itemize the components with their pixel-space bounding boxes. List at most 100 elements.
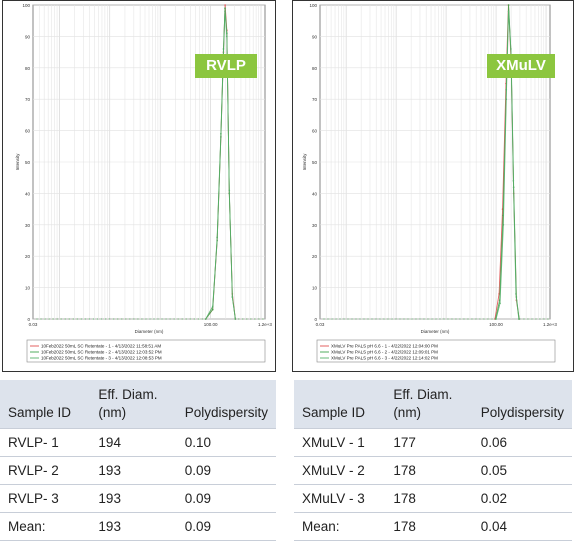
baseline-point bbox=[471, 318, 473, 320]
data-point bbox=[228, 189, 231, 192]
baseline-point bbox=[177, 318, 179, 320]
x-tick-label: 0.03 bbox=[29, 322, 38, 327]
baseline-point bbox=[375, 318, 377, 320]
y-tick-label: 50 bbox=[25, 160, 31, 165]
baseline-point bbox=[415, 318, 417, 320]
legend-entry: 10Feb2022 50mL SC Retentate - 1 - 4/13/2… bbox=[41, 344, 161, 349]
baseline-point bbox=[379, 318, 381, 320]
baseline-point bbox=[539, 318, 541, 320]
header-polydispersity: Polydispersity bbox=[176, 380, 276, 429]
baseline-point bbox=[76, 318, 78, 320]
cell-eff-diam: 178 bbox=[385, 484, 473, 513]
y-tick-label: 60 bbox=[25, 129, 31, 134]
y-tick-label: 20 bbox=[25, 254, 31, 259]
baseline-point bbox=[137, 318, 139, 320]
data-point bbox=[224, 7, 226, 9]
baseline-point bbox=[395, 318, 397, 320]
baseline-point bbox=[419, 318, 421, 320]
cell-polydispersity: 0.06 bbox=[472, 428, 572, 457]
baseline-point bbox=[423, 318, 425, 320]
y-axis-label: Intensity bbox=[15, 153, 20, 171]
table-row: RVLP- 3 193 0.09 bbox=[0, 484, 276, 513]
data-point bbox=[234, 318, 237, 320]
baseline-point bbox=[145, 318, 147, 320]
x-tick-label: 100.00 bbox=[204, 322, 218, 327]
cell-eff-diam: 178 bbox=[385, 456, 473, 485]
data-point bbox=[211, 308, 214, 311]
cell-polydispersity: 0.02 bbox=[472, 484, 572, 513]
data-point bbox=[517, 318, 520, 320]
data-point bbox=[224, 4, 226, 6]
legend-entry: XMuLV Pre PALS pH 6.6 - 1 - 4/22/2022 12… bbox=[331, 344, 438, 349]
baseline-point bbox=[383, 318, 385, 320]
table-row: XMuLV - 3 178 0.02 bbox=[294, 484, 572, 513]
xmulv-badge: XMuLV bbox=[487, 54, 555, 78]
baseline-point bbox=[391, 318, 393, 320]
baseline-point bbox=[161, 318, 163, 320]
baseline-point bbox=[121, 318, 123, 320]
cell-eff-diam: 177 bbox=[385, 428, 473, 457]
baseline-point bbox=[435, 318, 437, 320]
baseline-point bbox=[92, 318, 95, 320]
x-tick-label: 1.2e+3 bbox=[258, 322, 272, 327]
cell-sample-id: XMuLV - 1 bbox=[294, 428, 386, 457]
y-tick-label: 90 bbox=[312, 34, 318, 39]
header-sample-id: Sample ID bbox=[294, 380, 386, 429]
baseline-point bbox=[113, 318, 115, 320]
baseline-point bbox=[411, 318, 413, 320]
baseline-point bbox=[347, 318, 349, 320]
cell-sample-id: RVLP- 3 bbox=[0, 484, 91, 513]
baseline-point bbox=[262, 318, 264, 320]
baseline-point bbox=[335, 318, 337, 320]
baseline-point bbox=[197, 318, 199, 320]
y-tick-label: 40 bbox=[312, 191, 318, 196]
baseline-point bbox=[185, 318, 187, 320]
data-point bbox=[502, 224, 505, 226]
y-tick-label: 30 bbox=[312, 223, 318, 228]
baseline-point bbox=[403, 318, 405, 320]
cell-polydispersity: 0.09 bbox=[176, 484, 276, 513]
table-header-row: Sample ID Eff. Diam. (nm) Polydispersity bbox=[294, 380, 572, 429]
baseline-point bbox=[169, 318, 171, 320]
baseline-point bbox=[52, 318, 54, 320]
baseline-point bbox=[258, 318, 260, 320]
baseline-point bbox=[327, 318, 329, 320]
baseline-point bbox=[48, 318, 50, 320]
cell-sample-id: XMuLV - 3 bbox=[294, 484, 386, 513]
data-point bbox=[204, 318, 207, 320]
y-tick-label: 30 bbox=[25, 223, 31, 228]
table-row: XMuLV - 2 178 0.05 bbox=[294, 456, 572, 485]
table-header-row: Sample ID Eff. Diam. (nm) Polydispersity bbox=[0, 380, 276, 429]
cell-eff-diam: 193 bbox=[90, 484, 177, 513]
data-point bbox=[224, 10, 226, 13]
baseline-point bbox=[141, 318, 143, 320]
baseline-point bbox=[431, 318, 433, 320]
xmulv-results-table: Sample ID Eff. Diam. (nm) Polydispersity… bbox=[294, 380, 572, 541]
data-point bbox=[507, 10, 510, 13]
baseline-point bbox=[355, 318, 357, 320]
y-tick-label: 100 bbox=[22, 3, 30, 8]
baseline-point bbox=[399, 318, 401, 320]
rvlp-results-table: Sample ID Eff. Diam. (nm) Polydispersity… bbox=[0, 380, 276, 541]
cell-eff-diam: 194 bbox=[90, 428, 177, 457]
data-point bbox=[211, 305, 214, 308]
baseline-point bbox=[459, 318, 461, 320]
baseline-point bbox=[387, 318, 389, 320]
baseline-point bbox=[543, 318, 545, 320]
baseline-point bbox=[463, 318, 465, 320]
x-tick-label: 0.03 bbox=[316, 322, 325, 327]
baseline-point bbox=[68, 318, 70, 320]
header-eff-diam: Eff. Diam. (nm) bbox=[90, 380, 177, 429]
data-point bbox=[495, 318, 497, 320]
x-axis-label: Diameter (nm) bbox=[421, 329, 450, 334]
y-tick-label: 70 bbox=[25, 97, 31, 102]
cell-sample-id: RVLP- 2 bbox=[0, 456, 91, 485]
baseline-point bbox=[193, 318, 195, 320]
data-point bbox=[512, 180, 515, 182]
y-tick-label: 40 bbox=[25, 191, 31, 196]
data-point bbox=[226, 35, 228, 38]
cell-polydispersity: 0.05 bbox=[472, 456, 572, 485]
baseline-point bbox=[455, 318, 457, 320]
baseline-point bbox=[129, 318, 131, 320]
baseline-point bbox=[367, 318, 369, 320]
